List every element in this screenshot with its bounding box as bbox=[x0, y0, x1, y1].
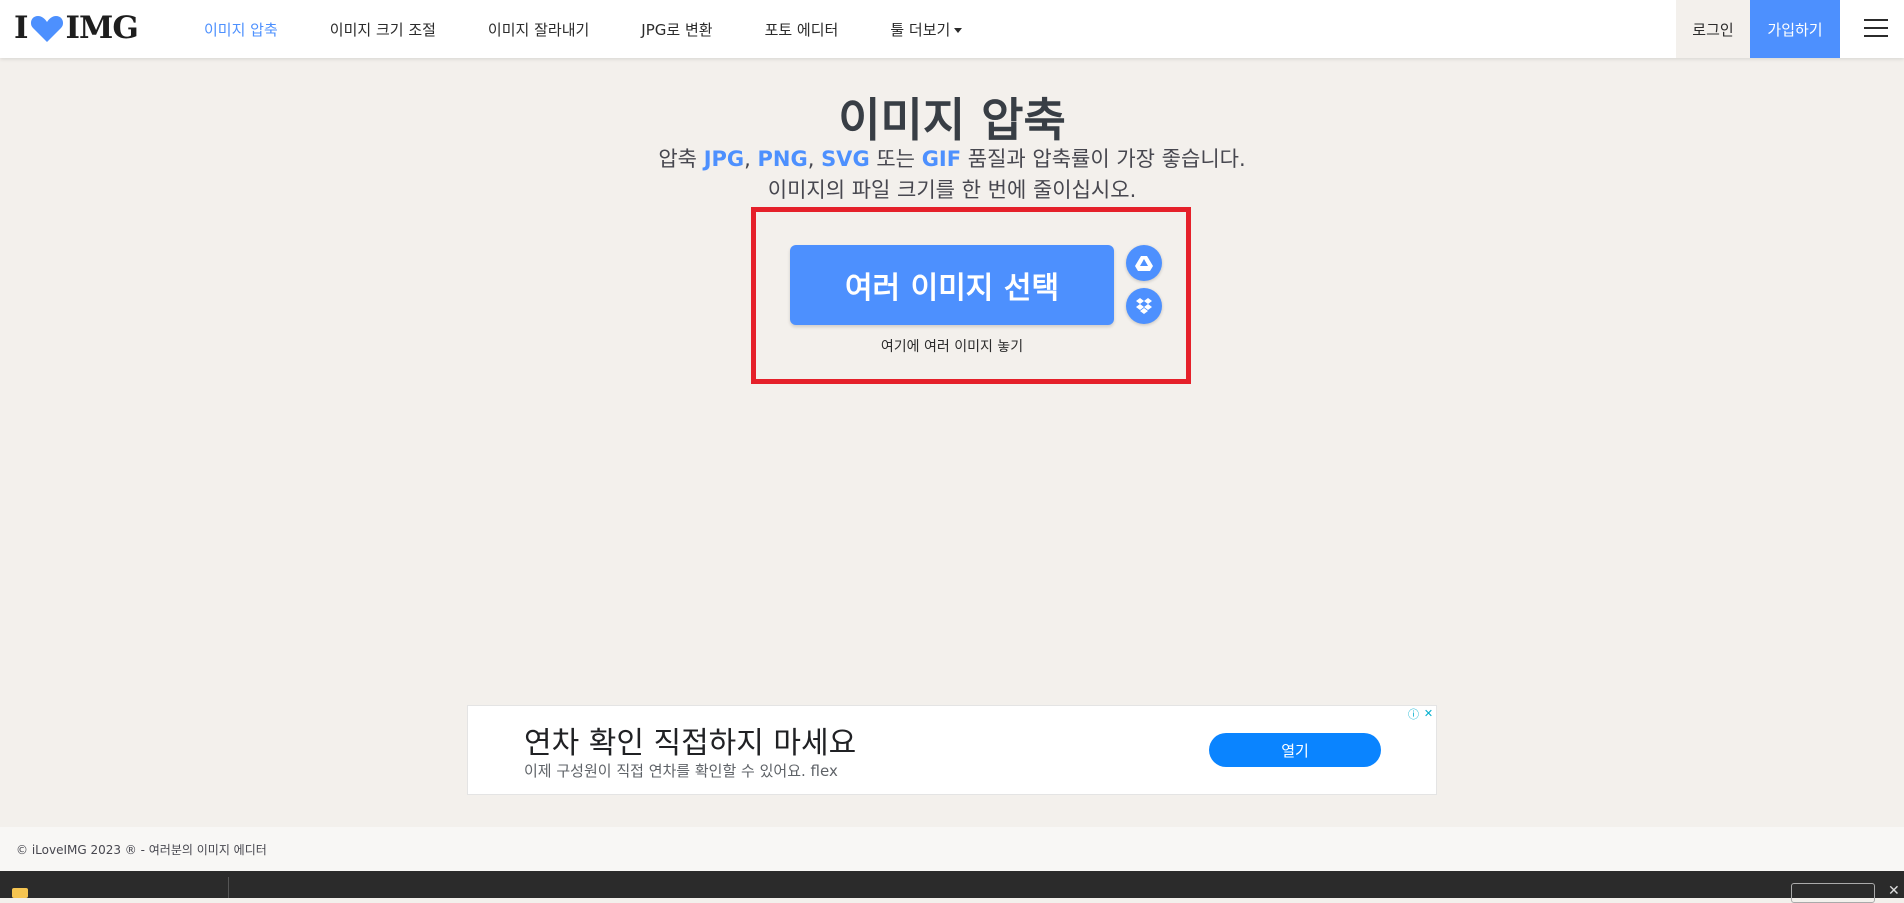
download-bar: ✕ bbox=[0, 871, 1904, 903]
ad-description[interactable]: 이제 구성원이 직접 연차를 확인할 수 있어요. flex bbox=[524, 760, 838, 781]
nav-photo-editor[interactable]: 포토 에디터 bbox=[765, 19, 839, 40]
format-separator: , bbox=[744, 147, 758, 171]
nav-compress-image[interactable]: 이미지 압축 bbox=[204, 19, 278, 40]
nav-more-tools[interactable]: 툴 더보기 bbox=[890, 19, 963, 40]
google-drive-icon bbox=[1135, 256, 1153, 271]
format-svg: SVG bbox=[821, 147, 870, 171]
ad-close-icon[interactable]: ✕ bbox=[1421, 706, 1436, 721]
logo-letters-img: IMG bbox=[65, 10, 139, 46]
nav-crop-image[interactable]: 이미지 잘라내기 bbox=[488, 19, 589, 40]
advertisement-banner[interactable]: 연차 확인 직접하지 마세요 이제 구성원이 직접 연차를 확인할 수 있어요.… bbox=[467, 705, 1437, 795]
ad-open-button[interactable]: 열기 bbox=[1209, 733, 1381, 767]
ad-headline[interactable]: 연차 확인 직접하지 마세요 bbox=[524, 718, 856, 762]
nav-convert-jpg[interactable]: JPG로 변환 bbox=[641, 19, 712, 40]
page-footer: © iLoveIMG 2023 ® - 여러분의 이미지 에디터 bbox=[0, 827, 1904, 871]
format-or: 또는 bbox=[869, 147, 922, 171]
subtitle-line-1: 압축 JPG, PNG, SVG 또는 GIF 품질과 압축률이 가장 좋습니다… bbox=[0, 144, 1904, 175]
google-drive-button[interactable] bbox=[1126, 245, 1162, 281]
dropbox-icon bbox=[1136, 298, 1152, 314]
hamburger-menu-icon[interactable] bbox=[1864, 19, 1888, 39]
close-icon[interactable]: ✕ bbox=[1888, 883, 1900, 899]
download-bar-divider bbox=[228, 877, 229, 898]
subtitle-suffix: 품질과 압축률이 가장 좋습니다. bbox=[961, 147, 1246, 171]
nav-resize-image[interactable]: 이미지 크기 조절 bbox=[330, 19, 436, 40]
folder-icon bbox=[12, 888, 28, 898]
login-button[interactable]: 로그인 bbox=[1676, 0, 1750, 58]
ad-info-icon[interactable]: ⓘ bbox=[1406, 706, 1421, 721]
signup-button[interactable]: 가입하기 bbox=[1750, 0, 1840, 58]
ad-choices: ⓘ ✕ bbox=[1406, 706, 1436, 721]
more-tools-label: 툴 더보기 bbox=[890, 20, 951, 39]
top-header: I IMG 이미지 압축 이미지 크기 조절 이미지 잘라내기 JPG로 변환 … bbox=[0, 0, 1904, 58]
footer-copyright: © iLoveIMG 2023 ® - 여러분의 이미지 에디터 bbox=[16, 843, 267, 857]
show-all-downloads-button[interactable] bbox=[1791, 883, 1875, 903]
drop-images-hint: 여기에 여러 이미지 놓기 bbox=[880, 339, 1024, 355]
logo-letter-i: I bbox=[14, 10, 28, 46]
iloveimg-logo[interactable]: I IMG bbox=[14, 10, 139, 46]
format-separator: , bbox=[807, 147, 822, 171]
page-subtitle: 압축 JPG, PNG, SVG 또는 GIF 품질과 압축률이 가장 좋습니다… bbox=[0, 144, 1904, 206]
caret-down-icon bbox=[954, 27, 963, 33]
format-png: PNG bbox=[757, 147, 808, 171]
subtitle-prefix: 압축 bbox=[658, 147, 704, 171]
format-jpg: JPG bbox=[703, 147, 745, 171]
heart-icon bbox=[30, 16, 63, 42]
page-title: 이미지 압축 bbox=[838, 93, 1066, 147]
select-images-button[interactable]: 여러 이미지 선택 bbox=[790, 245, 1114, 325]
main-nav: 이미지 압축 이미지 크기 조절 이미지 잘라내기 JPG로 변환 포토 에디터… bbox=[178, 0, 988, 58]
subtitle-line-2: 이미지의 파일 크기를 한 번에 줄이십시오. bbox=[767, 178, 1137, 202]
format-gif: GIF bbox=[921, 147, 962, 171]
dropbox-button[interactable] bbox=[1126, 288, 1162, 324]
